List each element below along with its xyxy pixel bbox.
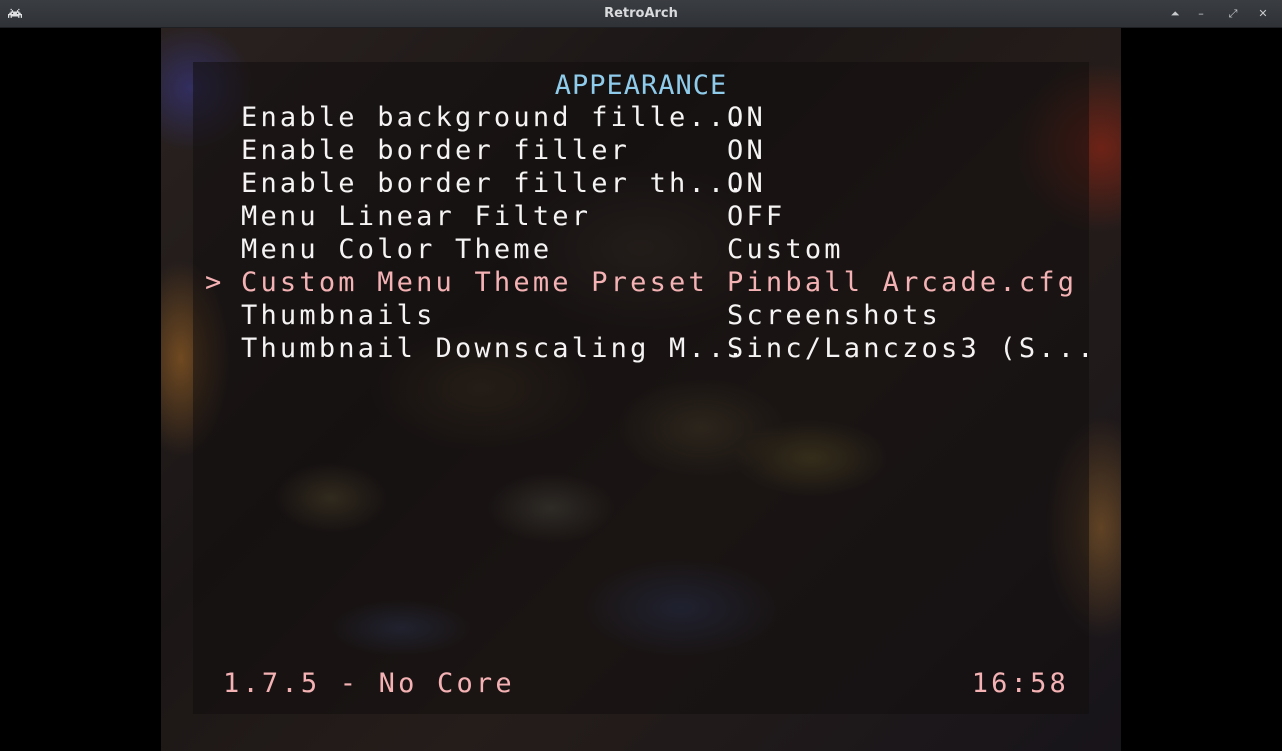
- menu-item-label: Thumbnails: [241, 300, 436, 331]
- selection-cursor-icon: >: [205, 267, 222, 298]
- menu-item-menu-color-theme[interactable]: Menu Color Theme Custom: [161, 234, 1121, 267]
- menu-item-thumbnails[interactable]: Thumbnails Screenshots: [161, 300, 1121, 333]
- menu-item-label: Menu Color Theme: [241, 234, 553, 265]
- keep-above-button[interactable]: ⏶: [1166, 5, 1184, 23]
- retroarch-viewport: APPEARANCE Enable background fille... ON…: [0, 28, 1282, 751]
- menu-item-label: Thumbnail Downscaling M...: [241, 333, 747, 364]
- version-core-status: 1.7.5 - No Core: [223, 668, 515, 699]
- menu-item-value: ON: [727, 102, 766, 133]
- window-title: RetroArch: [604, 6, 678, 21]
- menu-item-enable-border-filler-thickness[interactable]: Enable border filler th... ON: [161, 168, 1121, 201]
- menu-item-custom-menu-theme-preset[interactable]: > Custom Menu Theme Preset Pinball Arcad…: [161, 267, 1121, 300]
- clock: 16:58: [971, 668, 1069, 699]
- menu-item-value: Sinc/Lanczos3 (S...: [727, 333, 1097, 364]
- menu-item-thumbnail-downscaling-method[interactable]: Thumbnail Downscaling M... Sinc/Lanczos3…: [161, 333, 1121, 366]
- window-titlebar: RetroArch ⏶ – ⤢ ✕: [0, 0, 1282, 28]
- menu-item-value: ON: [727, 168, 766, 199]
- menu-item-value: Custom: [727, 234, 844, 265]
- minimize-button[interactable]: –: [1192, 5, 1210, 23]
- menu-item-value: OFF: [727, 201, 786, 232]
- menu-item-label: Enable border filler: [241, 135, 631, 166]
- menu-item-label: Enable border filler th...: [241, 168, 747, 199]
- menu-item-label: Custom Menu Theme Preset: [241, 267, 708, 298]
- menu-item-value: Pinball Arcade.cfg: [727, 267, 1078, 298]
- menu-item-label: Menu Linear Filter: [241, 201, 592, 232]
- menu-item-label: Enable background fille...: [241, 102, 747, 133]
- menu-item-enable-border-filler[interactable]: Enable border filler ON: [161, 135, 1121, 168]
- menu-item-enable-background-filler[interactable]: Enable background fille... ON: [161, 102, 1121, 135]
- menu-item-menu-linear-filter[interactable]: Menu Linear Filter OFF: [161, 201, 1121, 234]
- menu-title: APPEARANCE: [554, 70, 728, 101]
- menu-item-value: ON: [727, 135, 766, 166]
- close-button[interactable]: ✕: [1254, 5, 1272, 23]
- menu-item-value: Screenshots: [727, 300, 942, 331]
- menu-background-image: APPEARANCE Enable background fille... ON…: [161, 28, 1121, 751]
- maximize-button[interactable]: ⤢: [1224, 5, 1242, 23]
